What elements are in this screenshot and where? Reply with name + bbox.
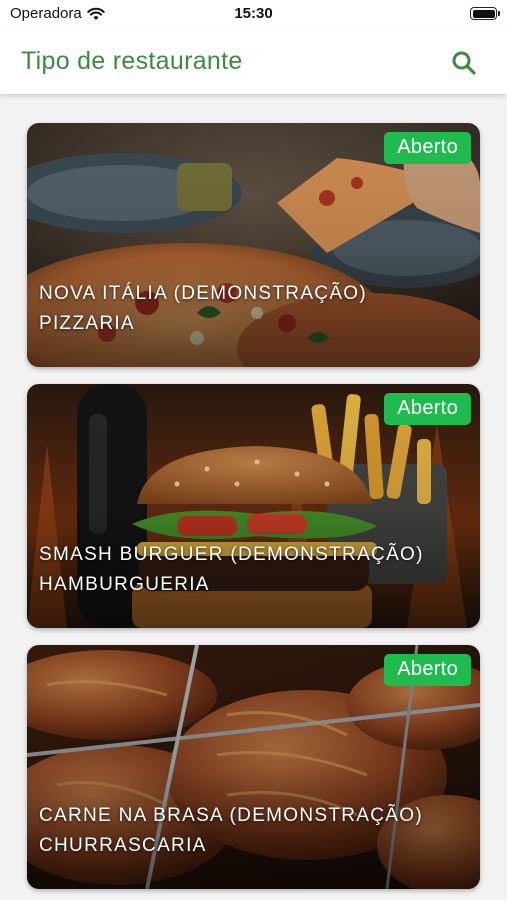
status-time: 15:30 bbox=[234, 5, 273, 22]
search-icon bbox=[452, 51, 476, 75]
status-badge: Aberto bbox=[384, 132, 471, 164]
status-badge: Aberto bbox=[384, 654, 471, 686]
restaurant-list: Aberto NOVA ITÁLIA (DEMONSTRAÇÃO) PIZZAR… bbox=[0, 94, 507, 900]
restaurant-category: PIZZARIA bbox=[39, 313, 135, 334]
restaurant-category: CHURRASCARIA bbox=[39, 835, 207, 856]
battery-icon bbox=[470, 7, 500, 20]
restaurant-card[interactable]: Aberto NOVA ITÁLIA (DEMONSTRAÇÃO) PIZZAR… bbox=[27, 123, 480, 367]
restaurant-card[interactable]: Aberto CARNE NA BRASA (DEMONSTRAÇÃO) CHU… bbox=[27, 645, 480, 889]
page-title: Tipo de restaurante bbox=[21, 47, 243, 75]
app-header: Tipo de restaurante bbox=[0, 30, 507, 94]
restaurant-name: NOVA ITÁLIA (DEMONSTRAÇÃO) bbox=[39, 283, 367, 304]
status-badge: Aberto bbox=[384, 393, 471, 425]
restaurant-category: HAMBURGUERIA bbox=[39, 574, 210, 595]
restaurant-card[interactable]: Aberto SMASH BURGUER (DEMONSTRAÇÃO) HAMB… bbox=[27, 384, 480, 628]
search-button[interactable] bbox=[449, 48, 479, 78]
restaurant-name: CARNE NA BRASA (DEMONSTRAÇÃO) bbox=[39, 805, 423, 826]
restaurant-name: SMASH BURGUER (DEMONSTRAÇÃO) bbox=[39, 544, 424, 565]
status-bar: Operadora 15:30 bbox=[0, 0, 507, 30]
